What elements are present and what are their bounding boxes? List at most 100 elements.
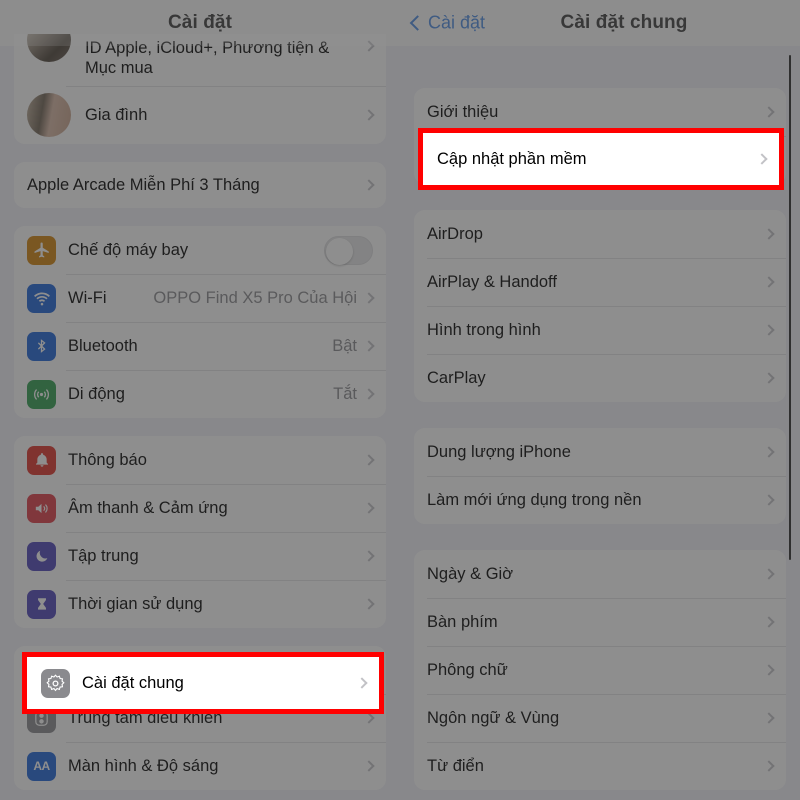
- display-icon: AA: [27, 751, 56, 781]
- list-item-label: Hình trong hình: [427, 320, 541, 339]
- list-item-fonts[interactable]: Phông chữ: [414, 646, 786, 694]
- list-item-label: Apple Arcade Miễn Phí 3 Tháng: [27, 175, 260, 194]
- settings-pane-right: Cài đặt Cài đặt chung Giới thiệu Cập nhậ…: [400, 0, 800, 800]
- list-item-label: Làm mới ứng dụng trong nền: [427, 490, 642, 509]
- chevron-right-icon: [763, 446, 775, 458]
- list-item-airdrop[interactable]: AirDrop: [414, 210, 786, 258]
- avatar: [27, 34, 71, 62]
- list-item-apple-id[interactable]: ID Apple, iCloud+, Phương tiện & Mục mua: [14, 34, 386, 86]
- chevron-right-icon: [363, 712, 375, 724]
- back-button[interactable]: Cài đặt: [409, 13, 485, 34]
- chevron-right-icon: [763, 712, 775, 724]
- list-item-keyboard[interactable]: Bàn phím: [414, 598, 786, 646]
- chevron-right-icon: [763, 106, 775, 118]
- list-item-iphone-storage[interactable]: Dung lượng iPhone: [414, 428, 786, 476]
- list-item-label: Giới thiệu: [427, 102, 499, 121]
- chevron-right-icon: [363, 550, 375, 562]
- moon-icon: [27, 541, 56, 571]
- list-item-focus[interactable]: Tập trung: [14, 532, 386, 580]
- bluetooth-icon: [27, 331, 56, 361]
- list-item-label: AirPlay & Handoff: [427, 272, 557, 291]
- list-item-display-brightness[interactable]: AA Màn hình & Độ sáng: [14, 742, 386, 790]
- list-item-label: Bàn phím: [427, 612, 498, 631]
- chevron-left-icon: [409, 15, 426, 31]
- list-item-label: Thông báo: [68, 450, 147, 469]
- chevron-right-icon: [763, 494, 775, 506]
- chevron-right-icon: [363, 598, 375, 610]
- list-item-label: Wi-Fi: [68, 288, 107, 307]
- chevron-right-icon: [763, 568, 775, 580]
- airplane-icon: [27, 235, 56, 265]
- list-item-airplay-handoff[interactable]: AirPlay & Handoff: [414, 258, 786, 306]
- chevron-right-icon: [363, 340, 375, 352]
- sharing-group: AirDrop AirPlay & Handoff Hình trong hìn…: [414, 210, 786, 402]
- chevron-right-icon: [363, 760, 375, 772]
- bell-icon: [27, 445, 56, 475]
- list-item-notifications[interactable]: Thông báo: [14, 436, 386, 484]
- list-item-picture-in-picture[interactable]: Hình trong hình: [414, 306, 786, 354]
- list-item-label: Phông chữ: [427, 660, 508, 679]
- avatar: [27, 93, 71, 137]
- account-group: ID Apple, iCloud+, Phương tiện & Mục mua…: [14, 34, 386, 144]
- scrollbar[interactable]: [789, 55, 791, 560]
- list-item-label: Từ điển: [427, 756, 484, 775]
- list-item-date-time[interactable]: Ngày & Giờ: [414, 550, 786, 598]
- list-item-screen-time[interactable]: Thời gian sử dụng: [14, 580, 386, 628]
- hourglass-icon: [27, 589, 56, 619]
- list-item-cellular[interactable]: Di động Tắt: [14, 370, 386, 418]
- storage-group: Dung lượng iPhone Làm mới ứng dụng trong…: [414, 428, 786, 524]
- list-item-wifi[interactable]: Wi-Fi OPPO Find X5 Pro Của Hội: [14, 274, 386, 322]
- chevron-right-icon: [763, 324, 775, 336]
- chevron-right-icon: [763, 760, 775, 772]
- notifications-group: Thông báo Âm thanh & Cảm ứng Tập trung T…: [14, 436, 386, 628]
- list-item-family[interactable]: Gia đình: [14, 86, 386, 144]
- list-item-background-app-refresh[interactable]: Làm mới ứng dụng trong nền: [414, 476, 786, 524]
- list-item-carplay[interactable]: CarPlay: [414, 354, 786, 402]
- toggle-knob: [326, 237, 353, 265]
- highlight-software-update[interactable]: Cập nhật phần mềm: [418, 128, 784, 190]
- chevron-right-icon: [763, 664, 775, 676]
- list-item-label: ID Apple, iCloud+, Phương tiện & Mục mua: [85, 39, 330, 78]
- cellular-status-value: Tắt: [333, 384, 357, 403]
- list-item-label: CarPlay: [427, 368, 486, 387]
- highlight-general-settings[interactable]: Cài đặt chung: [22, 652, 384, 714]
- chevron-right-icon: [363, 454, 375, 466]
- list-item-label: Dung lượng iPhone: [427, 442, 571, 461]
- list-item-software-update-highlighted[interactable]: Cập nhật phần mềm: [423, 133, 779, 185]
- page-title: Cài đặt chung: [560, 12, 688, 33]
- gear-icon: [41, 668, 70, 698]
- list-item-bluetooth[interactable]: Bluetooth Bật: [14, 322, 386, 370]
- sidebar-item-label: Cài đặt chung: [82, 673, 184, 692]
- connectivity-group: Chế độ máy bay Wi-Fi OPPO Find X5 Pro Củ…: [14, 226, 386, 418]
- cellular-icon: [27, 379, 56, 409]
- list-item-language-region[interactable]: Ngôn ngữ & Vùng: [414, 694, 786, 742]
- chevron-right-icon: [363, 502, 375, 514]
- list-item-label: Ngày & Giờ: [427, 564, 514, 583]
- list-item-label: Màn hình & Độ sáng: [68, 756, 219, 775]
- chevron-right-icon: [363, 40, 375, 52]
- screenshot-root: Cài đặt ID Apple, iCloud+, Phương tiện &…: [0, 0, 800, 800]
- arcade-group: Apple Arcade Miễn Phí 3 Tháng: [14, 162, 386, 208]
- chevron-right-icon: [356, 677, 368, 689]
- locale-group: Ngày & Giờ Bàn phím Phông chữ Ngôn ngữ &…: [414, 550, 786, 790]
- list-item-label: Gia đình: [85, 105, 148, 124]
- list-item-apple-arcade[interactable]: Apple Arcade Miễn Phí 3 Tháng: [14, 162, 386, 208]
- chevron-right-icon: [363, 388, 375, 400]
- list-item-label: Thời gian sử dụng: [68, 594, 203, 613]
- sidebar-item-general-highlighted[interactable]: Cài đặt chung: [27, 657, 379, 709]
- wifi-network-value: OPPO Find X5 Pro Của Hội: [153, 288, 357, 307]
- list-item-label: Di động: [68, 384, 125, 403]
- chevron-right-icon: [363, 109, 375, 121]
- chevron-right-icon: [763, 616, 775, 628]
- airplane-mode-toggle[interactable]: [324, 235, 373, 265]
- chevron-right-icon: [763, 276, 775, 288]
- list-item-airplane-mode[interactable]: Chế độ máy bay: [14, 226, 386, 274]
- chevron-right-icon: [763, 228, 775, 240]
- list-item-sounds-haptics[interactable]: Âm thanh & Cảm ứng: [14, 484, 386, 532]
- right-pane-header: Cài đặt Cài đặt chung: [400, 0, 800, 46]
- list-item-dictionary[interactable]: Từ điển: [414, 742, 786, 790]
- chevron-right-icon: [756, 153, 768, 165]
- wifi-icon: [27, 283, 56, 313]
- list-item-label: Bluetooth: [68, 336, 138, 355]
- chevron-right-icon: [763, 372, 775, 384]
